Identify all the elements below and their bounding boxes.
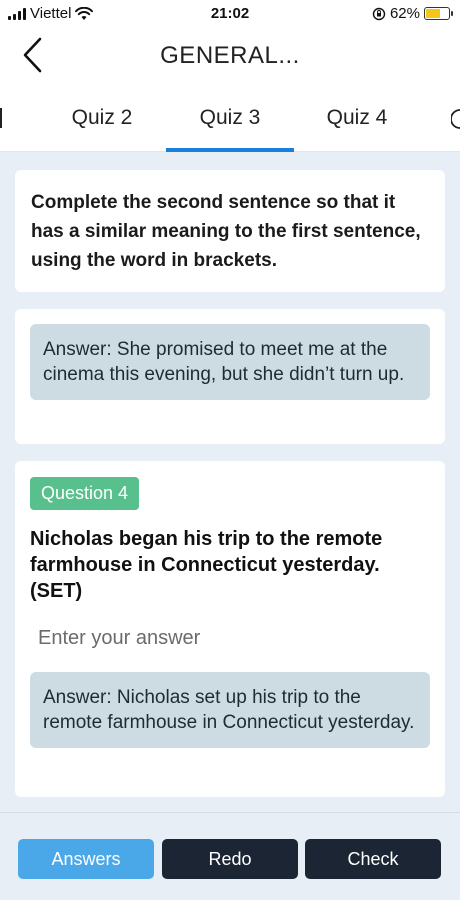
tab-next-edge[interactable] — [451, 108, 460, 130]
answer-input[interactable] — [30, 618, 430, 658]
question-badge: Question 4 — [30, 477, 140, 510]
tab-quiz-4[interactable]: Quiz 4 — [293, 106, 421, 130]
previous-answer-box: Answer: She promised to meet me at the c… — [30, 324, 430, 400]
question-card: Question 4 Nicholas began his trip to th… — [15, 461, 445, 797]
instruction-card: Complete the second sentence so that it … — [15, 170, 445, 292]
battery-percent: 62% — [389, 5, 420, 22]
battery-fill — [426, 9, 440, 18]
check-button[interactable]: Check — [305, 839, 441, 879]
quiz-tabs: Quiz 2 Quiz 3 Quiz 4 — [0, 80, 460, 152]
question-text: Nicholas began his trip to the remote fa… — [30, 528, 383, 602]
answer-box: Answer: Nicholas set up his trip to the … — [30, 672, 430, 748]
orientation-lock-icon — [372, 7, 386, 20]
status-bar: Viettel 21:02 62% — [0, 0, 460, 30]
status-right: 62% — [372, 5, 453, 22]
tab-quiz-3[interactable]: Quiz 3 — [166, 106, 294, 152]
redo-button[interactable]: Redo — [162, 839, 298, 879]
header: GENERAL... — [0, 30, 460, 80]
previous-question-card: Answer: She promised to meet me at the c… — [15, 309, 445, 444]
answers-button[interactable]: Answers — [18, 839, 154, 879]
battery-icon — [424, 7, 453, 20]
page-title: GENERAL... — [160, 42, 300, 69]
tab-previous-edge[interactable] — [0, 108, 2, 128]
tab-quiz-2[interactable]: Quiz 2 — [38, 106, 166, 130]
bottom-bar: Answers Redo Check — [0, 812, 460, 900]
